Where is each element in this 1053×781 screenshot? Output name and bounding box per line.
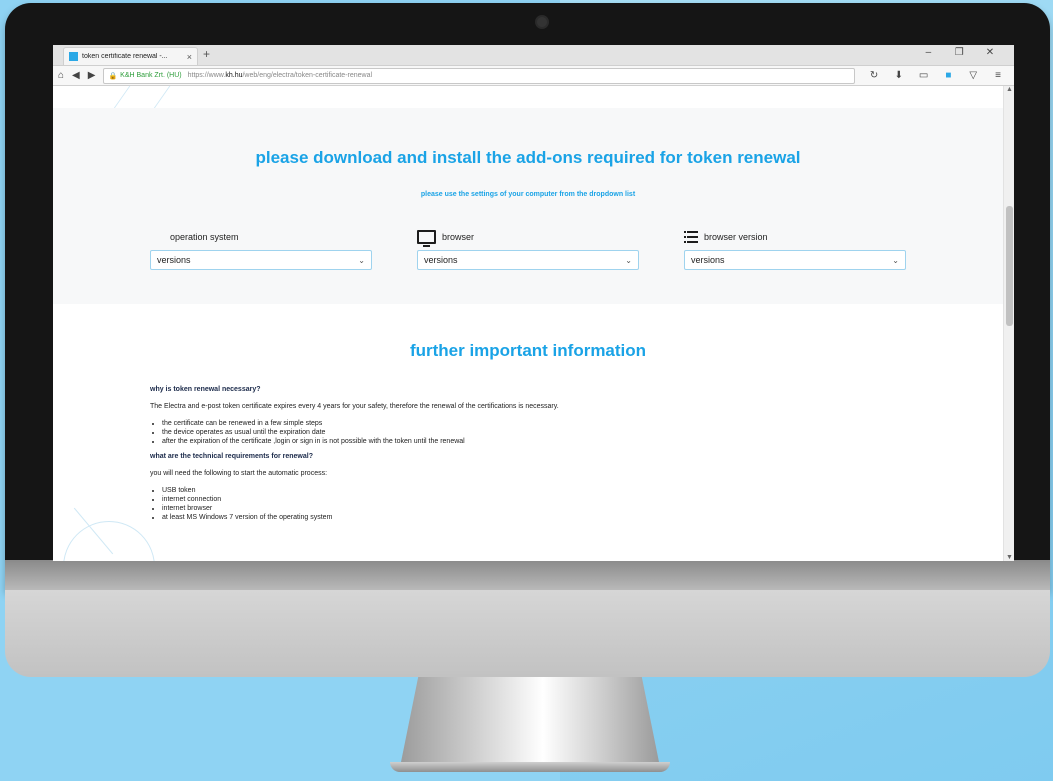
list-item: USB token [162, 487, 950, 494]
bullet-list-requirements: USB token internet connection internet b… [150, 487, 950, 521]
chevron-down-icon: ⌄ [892, 255, 899, 265]
download-icon[interactable]: ⬇ [888, 70, 910, 81]
list-item: internet browser [162, 505, 950, 512]
browser-version-dropdown-value: versions [691, 255, 725, 265]
scroll-down-icon[interactable]: ▼ [1006, 554, 1013, 561]
os-label: operation system [170, 232, 239, 242]
browser-tab[interactable]: token certificate renewal -... × [63, 47, 198, 65]
sidebar-icon[interactable]: ▭ [913, 70, 935, 81]
os-column: operation system versions ⌄ [150, 229, 372, 270]
extension-icon[interactable]: ■ [937, 70, 959, 81]
vertical-scrollbar[interactable]: ▲ ▼ [1003, 86, 1014, 561]
lock-icon: 🔒 [108, 72, 118, 80]
home-icon[interactable]: ⌂ [58, 70, 64, 81]
tab-title: token certificate renewal -... [82, 53, 168, 60]
list-item: at least MS Windows 7 version of the ope… [162, 514, 950, 521]
close-window-button[interactable]: ✕ [976, 47, 1004, 58]
list-item: the certificate can be renewed in a few … [162, 420, 950, 427]
list-icon [684, 231, 698, 243]
paragraph-requirements: you will need the following to start the… [150, 470, 328, 477]
list-item: internet connection [162, 496, 950, 503]
forward-icon[interactable]: ▶ [88, 70, 96, 81]
list-item: after the expiration of the certificate … [162, 438, 950, 445]
monitor-stand-base [390, 762, 670, 772]
monitor-bezel-bottom [5, 560, 1050, 590]
tab-bar: token certificate renewal -... × + – ❐ ✕ [53, 45, 1014, 66]
os-dropdown[interactable]: versions ⌄ [150, 250, 372, 270]
address-bar[interactable]: 🔒 K&H Bank Zrt. (HU) https://www. kh.hu … [103, 67, 856, 84]
list-item: the device operates as usual until the e… [162, 429, 950, 436]
decorative-circle [63, 521, 155, 561]
window-controls: – ❐ ✕ [914, 47, 1004, 58]
monitor-stand [400, 677, 660, 767]
url-prefix: https://www. [187, 72, 226, 79]
os-dropdown-value: versions [157, 255, 191, 265]
scrollbar-thumb[interactable] [1006, 206, 1013, 326]
site-identity[interactable]: K&H Bank Zrt. (HU) [120, 72, 181, 79]
browser-dropdown[interactable]: versions ⌄ [417, 250, 639, 270]
question-why-renewal: why is token renewal necessary? [150, 386, 261, 393]
download-title: please download and install the add-ons … [255, 148, 801, 167]
back-icon[interactable]: ◀ [72, 70, 80, 81]
camera [535, 15, 549, 29]
menu-icon[interactable]: ≡ [987, 70, 1009, 81]
browser-version-dropdown[interactable]: versions ⌄ [684, 250, 906, 270]
browser-version-column: browser version versions ⌄ [684, 229, 906, 270]
question-requirements: what are the technical requirements for … [150, 453, 313, 460]
paragraph-expiry: The Electra and e-post token certificate… [150, 403, 559, 410]
os-label-row: operation system [150, 229, 372, 245]
url-host: kh.hu [225, 72, 243, 79]
browser-version-label-row: browser version [684, 229, 906, 245]
info-content: why is token renewal necessary? The Elec… [150, 386, 950, 529]
monitor-icon [417, 230, 436, 247]
navigation-bar: ⌂ ◀ ▶ 🔒 K&H Bank Zrt. (HU) https://www. … [53, 66, 1014, 86]
url-path: /web/eng/electra/token-certificate-renew… [242, 72, 373, 79]
pocket-icon[interactable]: ▽ [962, 70, 984, 81]
screen: token certificate renewal -... × + – ❐ ✕… [53, 45, 1014, 561]
monitor-chin [5, 590, 1050, 677]
browser-version-label: browser version [704, 232, 768, 242]
browser-dropdown-value: versions [424, 255, 458, 265]
download-section [53, 108, 1003, 304]
info-title: further important information [409, 341, 647, 360]
new-tab-button[interactable]: + [203, 47, 210, 61]
browser-toolbar: ↻ ⬇ ▭ ■ ▽ ≡ [863, 70, 1009, 81]
reload-icon[interactable]: ↻ [863, 70, 885, 81]
favicon-icon [69, 52, 78, 61]
minimize-button[interactable]: – [914, 47, 942, 58]
download-subtitle: please use the settings of your computer… [420, 191, 636, 198]
browser-label: browser [442, 232, 475, 242]
tab-close-icon[interactable]: × [187, 52, 192, 62]
scroll-up-icon[interactable]: ▲ [1006, 86, 1013, 93]
windows-icon [150, 231, 164, 243]
bullet-list-renewal: the certificate can be renewed in a few … [150, 420, 950, 445]
chevron-down-icon: ⌄ [358, 255, 365, 265]
browser-label-row: browser [417, 229, 639, 247]
browser-column: browser versions ⌄ [417, 229, 639, 270]
page-viewport: please download and install the add-ons … [53, 86, 1003, 561]
chevron-down-icon: ⌄ [625, 255, 632, 265]
restore-button[interactable]: ❐ [945, 47, 973, 58]
